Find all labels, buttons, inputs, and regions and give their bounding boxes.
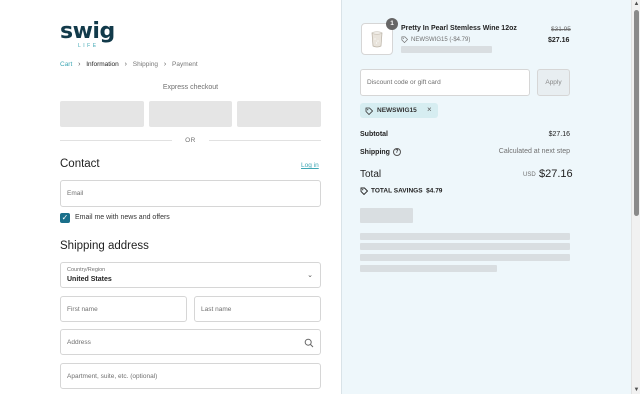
quantity-badge: 1 xyxy=(386,18,398,30)
chevron-right-icon: › xyxy=(124,61,127,68)
contact-heading: Contact xyxy=(60,158,100,170)
chevron-down-icon: ⌄ xyxy=(307,272,313,279)
logo-wordmark: swig xyxy=(60,19,115,44)
first-name-field[interactable]: First name xyxy=(60,296,187,322)
checkout-main: swig LIFE Cart › Information › Shipping … xyxy=(0,0,341,394)
express-checkout-title: Express checkout xyxy=(162,84,219,91)
email-placeholder: Email xyxy=(67,190,84,197)
loading-placeholder xyxy=(401,46,492,53)
breadcrumb-shipping: Shipping xyxy=(132,61,159,68)
applied-discount-chip: NEWSWIG15 × xyxy=(360,103,438,118)
breadcrumb-information: Information xyxy=(86,61,119,68)
savings-label: TOTAL SAVINGS xyxy=(371,187,423,195)
subtotal-value: $27.16 xyxy=(548,131,570,138)
subtotal-label: Subtotal xyxy=(360,131,388,138)
loading-placeholder xyxy=(360,254,570,261)
product-name: Pretty In Pearl Stemless Wine 12oz xyxy=(401,25,517,32)
close-icon[interactable]: × xyxy=(427,105,432,114)
shipping-address-heading: Shipping address xyxy=(60,240,149,252)
scrollbar-thumb[interactable] xyxy=(634,10,639,216)
total-savings: TOTAL SAVINGS $4.79 xyxy=(360,187,442,195)
product-discount: NEWSWIG15 (-$4.79) xyxy=(401,36,470,43)
total-currency: USD xyxy=(523,172,536,178)
discount-code-input[interactable]: Discount code or gift card xyxy=(360,69,530,96)
loading-placeholder xyxy=(360,208,413,223)
newsletter-checkbox[interactable]: ✓ xyxy=(60,213,70,223)
shipping-value: Calculated at next step xyxy=(498,148,570,155)
login-link[interactable]: Log in xyxy=(301,162,319,169)
express-pay-button-3[interactable] xyxy=(237,101,321,127)
tag-icon xyxy=(401,36,408,43)
first-name-placeholder: First name xyxy=(67,306,98,313)
breadcrumb: Cart › Information › Shipping › Payment xyxy=(60,61,198,68)
newsletter-label: Email me with news and offers xyxy=(75,214,170,221)
chevron-right-icon: › xyxy=(78,61,81,68)
country-value: United States xyxy=(67,276,112,283)
divider-line xyxy=(209,140,321,141)
search-icon xyxy=(304,338,314,348)
discount-placeholder: Discount code or gift card xyxy=(367,79,441,86)
tag-icon xyxy=(360,187,368,195)
tag-icon xyxy=(365,107,373,115)
apartment-placeholder: Apartment, suite, etc. (optional) xyxy=(67,373,158,380)
scroll-up-icon[interactable]: ▲ xyxy=(633,0,640,8)
address-field[interactable]: Address xyxy=(60,329,321,355)
loading-placeholder xyxy=(360,265,497,272)
final-price: $27.16 xyxy=(548,37,570,44)
page-scrollbar[interactable]: ▲ ▼ xyxy=(631,0,640,394)
savings-value: $4.79 xyxy=(426,187,443,195)
applied-code: NEWSWIG15 xyxy=(377,107,417,114)
country-label: Country/Region xyxy=(67,267,106,273)
scroll-down-icon[interactable]: ▼ xyxy=(633,386,640,394)
total-label: Total xyxy=(360,169,382,180)
chevron-right-icon: › xyxy=(163,61,167,68)
total-amount: $27.16 xyxy=(539,168,573,180)
breadcrumb-payment: Payment xyxy=(172,61,198,68)
express-pay-button-1[interactable] xyxy=(60,101,144,127)
apply-button[interactable]: Apply xyxy=(537,69,570,96)
product-discount-text: NEWSWIG15 (-$4.79) xyxy=(411,37,471,44)
last-name-placeholder: Last name xyxy=(201,306,232,313)
country-select[interactable]: Country/Region United States ⌄ xyxy=(60,262,321,288)
logo-subtitle: LIFE xyxy=(78,43,99,49)
apartment-field[interactable]: Apartment, suite, etc. (optional) xyxy=(60,363,321,389)
loading-placeholder xyxy=(360,233,570,240)
shipping-label: Shipping xyxy=(360,148,390,156)
brand-logo[interactable]: swig LIFE xyxy=(60,20,120,52)
help-icon[interactable]: ? xyxy=(392,148,401,156)
original-price: $31.95 xyxy=(551,26,571,33)
email-field[interactable]: Email xyxy=(60,180,321,207)
breadcrumb-cart[interactable]: Cart xyxy=(60,61,72,68)
last-name-field[interactable]: Last name xyxy=(194,296,321,322)
order-summary xyxy=(341,0,631,394)
or-divider: OR xyxy=(60,136,321,145)
express-pay-button-2[interactable] xyxy=(149,101,232,127)
address-placeholder: Address xyxy=(67,339,91,346)
loading-placeholder xyxy=(360,243,570,250)
shipping-row: Shipping? xyxy=(360,148,401,156)
